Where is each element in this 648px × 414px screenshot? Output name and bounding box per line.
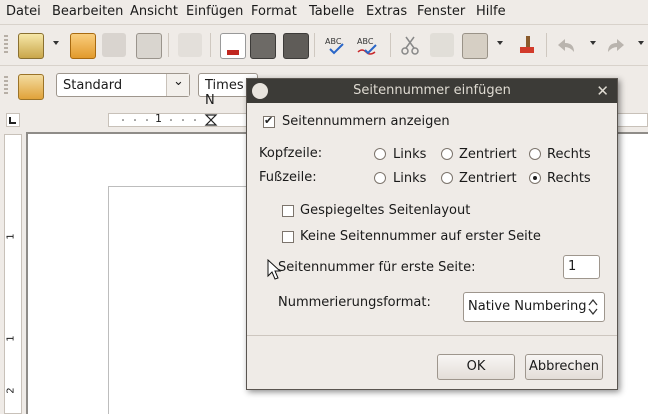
dialog-titlebar[interactable]: Seitennummer einfügen ✕ bbox=[247, 79, 617, 103]
autospellcheck-icon[interactable]: ABC bbox=[356, 33, 380, 57]
redo-dropdown-arrow-icon[interactable] bbox=[638, 41, 644, 45]
print-icon[interactable] bbox=[250, 33, 276, 59]
numbering-format-select[interactable]: Native Numbering bbox=[463, 292, 605, 322]
header-right-radio[interactable] bbox=[529, 148, 541, 160]
open-folder-icon[interactable] bbox=[70, 33, 96, 59]
page-margin-line bbox=[108, 186, 109, 414]
edit-file-icon[interactable] bbox=[178, 33, 202, 57]
menu-hilfe[interactable]: Hilfe bbox=[476, 4, 506, 19]
dialog-separator bbox=[247, 335, 617, 336]
footer-center-radio[interactable] bbox=[441, 172, 453, 184]
copy-icon[interactable] bbox=[430, 33, 454, 57]
menu-bearbeiten[interactable]: Bearbeiten bbox=[52, 4, 123, 19]
footer-left-radio[interactable] bbox=[374, 172, 386, 184]
undo-icon[interactable] bbox=[554, 33, 578, 57]
tab-left-icon bbox=[9, 117, 16, 124]
ruler-number: 2 bbox=[5, 387, 17, 394]
footer-center-label: Zentriert bbox=[459, 171, 517, 186]
undo-dropdown-arrow-icon[interactable] bbox=[590, 41, 596, 45]
paste-icon[interactable] bbox=[462, 33, 488, 59]
new-document-icon[interactable] bbox=[18, 33, 44, 59]
pdf-glyph-icon bbox=[227, 50, 239, 55]
up-down-arrows-icon bbox=[588, 298, 598, 316]
ok-button[interactable]: OK bbox=[437, 354, 515, 380]
menu-format[interactable]: Format bbox=[251, 4, 297, 19]
svg-text:ABC: ABC bbox=[325, 37, 342, 46]
header-center-label: Zentriert bbox=[459, 147, 517, 162]
ruler-number: 1 bbox=[5, 335, 17, 342]
paste-dropdown-arrow-icon[interactable] bbox=[497, 41, 503, 45]
scissors-glyph-icon bbox=[401, 36, 419, 55]
toolbar-grip[interactable] bbox=[4, 76, 8, 96]
toolbar-grip[interactable] bbox=[4, 35, 8, 55]
numbering-format-value: Native Numbering bbox=[468, 299, 587, 314]
ruler-number: 1 bbox=[155, 112, 162, 125]
menu-tabelle[interactable]: Tabelle bbox=[309, 4, 354, 19]
footer-left-label: Links bbox=[393, 171, 427, 186]
toolbar-separator bbox=[210, 33, 211, 57]
header-left-label: Links bbox=[393, 147, 427, 162]
cut-icon[interactable] bbox=[398, 33, 422, 57]
show-page-numbers-checkbox[interactable] bbox=[263, 114, 275, 128]
menu-extras[interactable]: Extras bbox=[366, 4, 407, 19]
header-left-radio[interactable] bbox=[374, 148, 386, 160]
vertical-ruler[interactable]: 1 1 2 bbox=[4, 134, 22, 414]
numbering-format-label: Nummerierungsformat: bbox=[278, 295, 431, 310]
first-page-number-label: Seitennummer für erste Seite: bbox=[278, 260, 476, 275]
save-icon[interactable] bbox=[102, 33, 126, 57]
mirrored-layout-checkbox[interactable] bbox=[282, 205, 294, 217]
no-number-first-page-label: Keine Seitennummer auf erster Seite bbox=[300, 229, 541, 244]
paragraph-style-value: Standard bbox=[63, 78, 123, 93]
menu-ansicht[interactable]: Ansicht bbox=[130, 4, 178, 19]
menu-fenster[interactable]: Fenster bbox=[417, 4, 465, 19]
redo-icon[interactable] bbox=[604, 33, 628, 57]
toolbar-separator bbox=[390, 33, 391, 57]
header-center-radio[interactable] bbox=[441, 148, 453, 160]
insert-page-number-dialog: Seitennummer einfügen ✕ Seitennummern an… bbox=[246, 78, 618, 390]
undo-arrow-glyph-icon bbox=[558, 39, 574, 52]
menu-datei[interactable]: Datei bbox=[6, 4, 41, 19]
standard-toolbar: ABC ABC bbox=[0, 24, 648, 65]
tab-stop-selector[interactable] bbox=[6, 113, 20, 127]
close-icon[interactable]: ✕ bbox=[596, 82, 609, 100]
menu-bar: Datei Bearbeiten Ansicht Einfügen Format… bbox=[0, 0, 648, 24]
mirrored-layout-label: Gespiegeltes Seitenlayout bbox=[300, 203, 471, 218]
export-pdf-icon[interactable] bbox=[220, 33, 246, 59]
footer-right-radio[interactable] bbox=[529, 172, 541, 184]
ruler-number: 1 bbox=[5, 233, 17, 240]
first-page-number-value: 1 bbox=[568, 259, 577, 274]
mouse-cursor-icon bbox=[267, 259, 282, 280]
footer-right-label: Rechts bbox=[547, 171, 591, 186]
first-page-number-input[interactable]: 1 bbox=[563, 255, 600, 279]
spellcheck-glyph-icon: ABC bbox=[325, 37, 344, 55]
redo-arrow-glyph-icon bbox=[608, 39, 624, 52]
autospellcheck-glyph-icon: ABC bbox=[357, 37, 377, 55]
paragraph-style-combo[interactable]: Standard bbox=[56, 73, 190, 97]
no-number-first-page-checkbox[interactable] bbox=[282, 231, 294, 243]
paragraph-style-dropdown-icon[interactable] bbox=[166, 74, 189, 96]
show-page-numbers-label: Seitennummern anzeigen bbox=[282, 114, 450, 129]
header-label: Kopfzeile: bbox=[259, 146, 323, 161]
toolbar-separator bbox=[546, 33, 547, 57]
toolbar-separator bbox=[168, 33, 169, 57]
header-right-label: Rechts bbox=[547, 147, 591, 162]
new-dropdown-arrow-icon[interactable] bbox=[53, 41, 59, 45]
toolbar-separator bbox=[314, 33, 315, 57]
footer-label: Fußzeile: bbox=[259, 170, 317, 185]
cancel-button[interactable]: Abbrechen bbox=[525, 354, 603, 380]
dialog-title: Seitennummer einfügen bbox=[353, 83, 511, 98]
spellcheck-icon[interactable]: ABC bbox=[324, 33, 348, 57]
print-preview-icon[interactable] bbox=[283, 33, 309, 59]
paintbrush-glyph-icon bbox=[520, 36, 534, 53]
clone-formatting-icon[interactable] bbox=[514, 33, 538, 57]
styles-formatting-icon[interactable] bbox=[18, 74, 44, 100]
svg-text:ABC: ABC bbox=[357, 37, 374, 46]
page-margin-line bbox=[108, 186, 248, 187]
menu-einfuegen[interactable]: Einfügen bbox=[186, 4, 243, 19]
email-icon[interactable] bbox=[136, 33, 162, 59]
